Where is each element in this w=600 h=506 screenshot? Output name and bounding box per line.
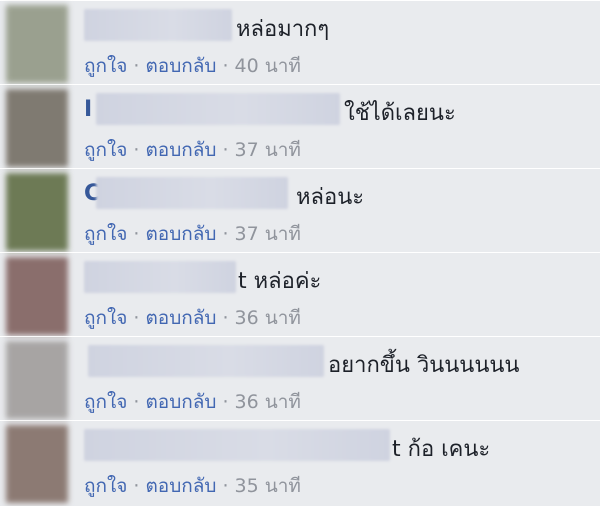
commenter-name-redacted[interactable] [88,345,324,377]
separator: · [222,55,229,77]
reply-link[interactable]: ตอบกลับ [145,391,216,413]
comment-actions: ถูกใจ · ตอบกลับ · 36 นาที [84,303,301,333]
avatar[interactable] [6,341,68,419]
separator: · [222,307,229,329]
reply-link[interactable]: ตอบกลับ [145,55,216,77]
commenter-name-redacted[interactable] [96,177,288,209]
like-link[interactable]: ถูกใจ [84,55,127,77]
comment-text: หล่อนะ [296,185,365,210]
commenter-name-initial[interactable]: I [84,97,92,122]
comment-text: ใช้ได้เลยนะ [344,101,456,126]
comment-item: อยากขึ้น วินนนนนน ถูกใจ · ตอบกลับ · 36 นาที [0,336,600,421]
reply-link[interactable]: ตอบกลับ [145,475,216,497]
commenter-name-redacted[interactable] [84,261,236,293]
avatar[interactable] [6,425,68,503]
comment-actions: ถูกใจ · ตอบกลับ · 35 นาที [84,471,301,501]
comment-actions: ถูกใจ · ตอบกลับ · 40 นาที [84,51,301,81]
separator: · [133,475,140,497]
comment-text: t หล่อค่ะ [238,269,322,294]
separator: · [222,223,229,245]
like-link[interactable]: ถูกใจ [84,223,127,245]
separator: · [133,307,140,329]
timestamp[interactable]: 36 นาที [235,391,301,413]
reply-link[interactable]: ตอบกลับ [145,223,216,245]
comment-text: อยากขึ้น วินนนนนน [328,353,520,378]
comment-item: t หล่อค่ะ ถูกใจ · ตอบกลับ · 36 นาที [0,252,600,337]
timestamp[interactable]: 37 นาที [235,223,301,245]
timestamp[interactable]: 37 นาที [235,139,301,161]
avatar[interactable] [6,5,68,83]
separator: · [133,55,140,77]
separator: · [133,139,140,161]
timestamp[interactable]: 40 นาที [235,55,301,77]
like-link[interactable]: ถูกใจ [84,307,127,329]
avatar[interactable] [6,173,68,251]
comment-actions: ถูกใจ · ตอบกลับ · 37 นาที [84,135,301,165]
avatar[interactable] [6,257,68,335]
timestamp[interactable]: 36 นาที [235,307,301,329]
like-link[interactable]: ถูกใจ [84,391,127,413]
comment-text: หล่อมากๆ [236,17,330,42]
commenter-name-redacted[interactable] [96,93,340,125]
comment-item: t ก้อ เคนะ ถูกใจ · ตอบกลับ · 35 นาที [0,420,600,505]
separator: · [222,139,229,161]
comment-item: หล่อมากๆ ถูกใจ · ตอบกลับ · 40 นาที [0,0,600,85]
commenter-name-redacted[interactable] [84,429,390,461]
like-link[interactable]: ถูกใจ [84,475,127,497]
comment-list: หล่อมากๆ ถูกใจ · ตอบกลับ · 40 นาที I ใช้ได้เ… [0,0,600,506]
comment-item: I ใช้ได้เลยนะ ถูกใจ · ตอบกลับ · 37 นาที [0,84,600,169]
reply-link[interactable]: ตอบกลับ [145,307,216,329]
commenter-name-redacted[interactable] [84,9,232,41]
comment-item: C หล่อนะ ถูกใจ · ตอบกลับ · 37 นาที [0,168,600,253]
comment-text: t ก้อ เคนะ [392,437,491,462]
reply-link[interactable]: ตอบกลับ [145,139,216,161]
separator: · [222,475,229,497]
avatar[interactable] [6,89,68,167]
like-link[interactable]: ถูกใจ [84,139,127,161]
comment-actions: ถูกใจ · ตอบกลับ · 37 นาที [84,219,301,249]
separator: · [133,223,140,245]
comment-actions: ถูกใจ · ตอบกลับ · 36 นาที [84,387,301,417]
separator: · [133,391,140,413]
timestamp[interactable]: 35 นาที [235,475,301,497]
separator: · [222,391,229,413]
